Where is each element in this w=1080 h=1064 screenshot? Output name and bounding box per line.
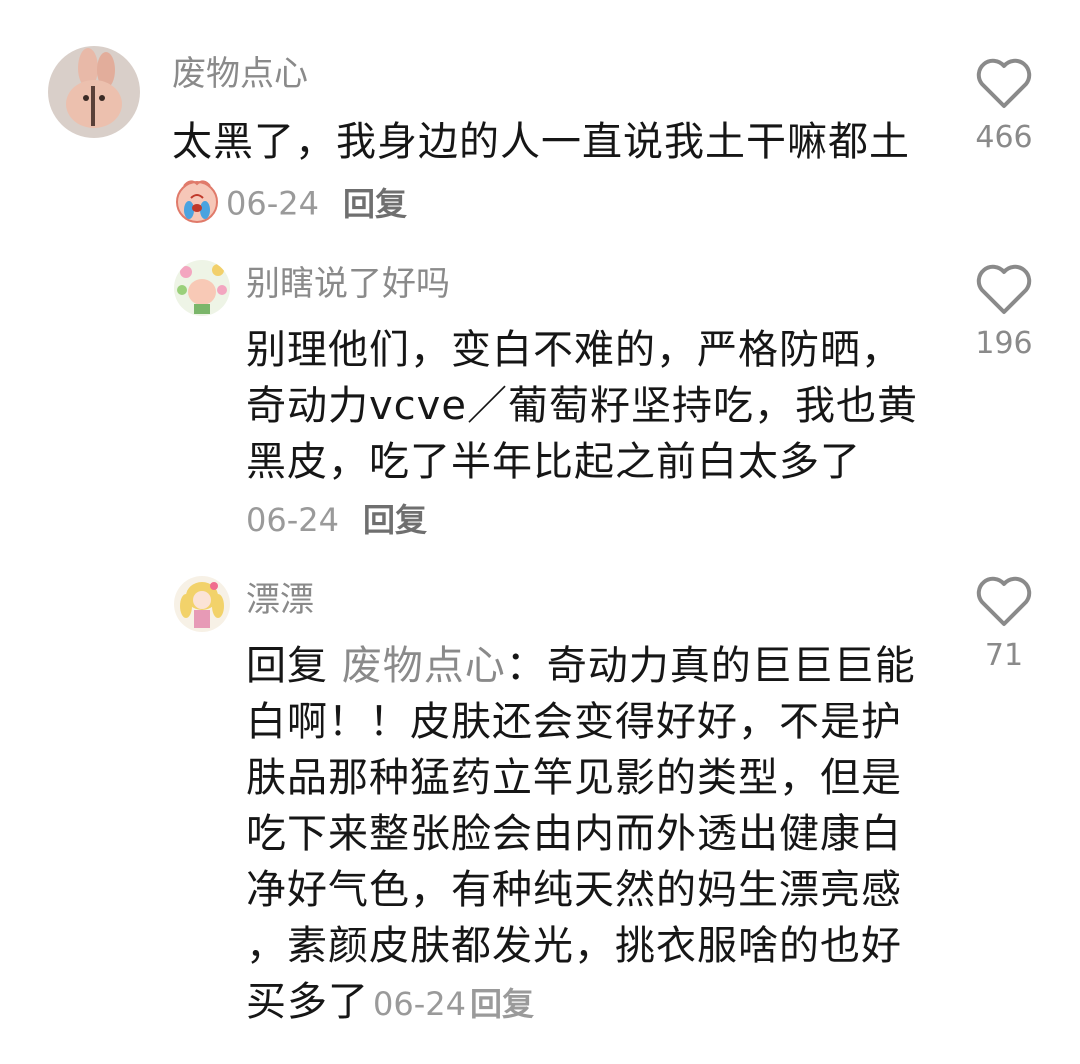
like-button[interactable]: 196: [964, 264, 1044, 362]
reply-colon: ：: [505, 643, 547, 689]
reply-button[interactable]: 回复: [470, 985, 534, 1023]
comment-line: 买多了 06-24 回复: [246, 974, 916, 1032]
comment-line: 白啊！！皮肤还会变得好好，不是护: [246, 699, 902, 745]
comment-text-segment: 买多了: [246, 979, 369, 1025]
reply-prefix: 回复: [246, 643, 328, 689]
comment-date: 06-24: [246, 501, 339, 539]
reply-button[interactable]: 回复: [363, 501, 427, 539]
comment-line: 净好气色，有种纯天然的妈生漂亮感: [246, 867, 902, 913]
avatar[interactable]: [48, 46, 140, 138]
username[interactable]: 废物点心: [172, 54, 308, 94]
comment-meta: 06-24 回复: [246, 500, 427, 540]
comment-text: 太黑了，我身边的人一直说我土干嘛都土: [172, 114, 910, 170]
heart-icon: [976, 264, 1032, 314]
comment-text: 别理他们，变白不难的，严格防晒， 奇动力vcve／葡萄籽坚持吃，我也黄 黑皮，吃…: [246, 322, 918, 490]
comment-line: 黑皮，吃了半年比起之前白太多了: [246, 439, 861, 485]
username[interactable]: 漂漂: [246, 580, 314, 620]
like-count: 196: [975, 326, 1033, 361]
heart-icon: [976, 576, 1032, 626]
comment-date: 06-24: [373, 985, 466, 1023]
comment-line: 回复 废物点心：奇动力真的巨巨巨能: [246, 638, 916, 694]
username[interactable]: 别瞎说了好吗: [246, 264, 450, 304]
reply-button[interactable]: 回复: [343, 185, 407, 223]
comment-line: 奇动力vcve／葡萄籽坚持吃，我也黄: [246, 383, 918, 429]
comment-line: 太黑了，我身边的人一直说我土干嘛都土: [172, 119, 910, 165]
comment-line: 肤品那种猛药立竿见影的类型，但是: [246, 755, 902, 801]
comment-line: 别理他们，变白不难的，严格防晒，: [246, 327, 902, 373]
reply-target-username[interactable]: 废物点心: [342, 643, 506, 689]
like-count: 71: [984, 638, 1024, 673]
like-button[interactable]: 466: [964, 58, 1044, 156]
comment-date: 06-24: [226, 184, 319, 223]
comment-text: 回复 废物点心：奇动力真的巨巨巨能 白啊！！皮肤还会变得好好，不是护 肤品那种猛…: [246, 638, 916, 1032]
like-count: 466: [975, 120, 1033, 155]
like-button[interactable]: 71: [964, 576, 1044, 674]
heart-icon: [976, 58, 1032, 108]
avatar[interactable]: [174, 260, 230, 316]
comment-text-segment: 奇动力真的巨巨巨能: [546, 643, 916, 689]
avatar[interactable]: [174, 576, 230, 632]
crying-face-icon: [172, 176, 222, 235]
comment-line: 吃下来整张脸会由内而外透出健康白: [246, 811, 902, 857]
comment-meta: 06-24 回复: [172, 176, 407, 235]
comment-line: ，素颜皮肤都发光，挑衣服啥的也好: [246, 923, 902, 969]
